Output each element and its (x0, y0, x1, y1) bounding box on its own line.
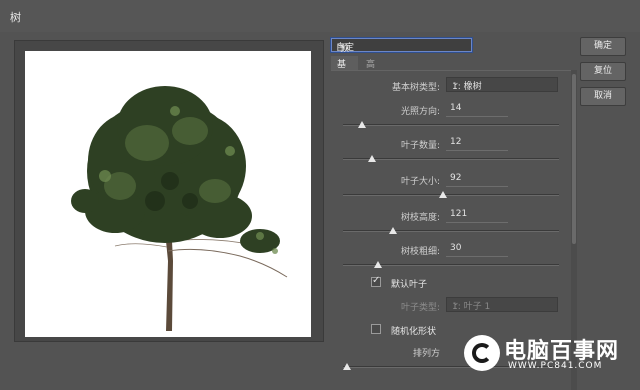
base-tree-type-label: 基本树类型: (391, 83, 440, 93)
default-leaves-checkbox[interactable]: ✓ (371, 275, 381, 287)
slider-thumb[interactable] (367, 155, 376, 162)
leaf-size-slider[interactable] (343, 191, 559, 199)
slider-track (343, 124, 559, 126)
branch-thickness-label: 树枝粗细: (400, 247, 440, 257)
light-direction-slider[interactable] (343, 121, 559, 129)
base-tree-type-select[interactable]: 1: 橡树 ⌄ (446, 77, 558, 92)
arrangement-label: 排列方 (412, 349, 440, 359)
tab-basic[interactable]: 基本 (331, 56, 358, 83)
slider-thumb[interactable] (388, 227, 397, 234)
tab-advanced[interactable]: 高级 (360, 56, 388, 83)
leaf-count-row: 叶子数量: 12 (331, 135, 571, 153)
slider-track (343, 194, 559, 196)
chevron-down-icon: ⌄ (452, 78, 460, 88)
preset-select[interactable]: 预设: 自定 ⌄ (331, 38, 472, 67)
leaf-count-slider[interactable] (343, 155, 559, 163)
tree-illustration (71, 86, 288, 331)
leaf-type-label: 叶子类型: (400, 303, 440, 313)
preview-frame (14, 40, 324, 342)
watermark-logo-icon (464, 335, 500, 371)
cancel-button[interactable]: 取消 (580, 87, 626, 106)
branch-height-label: 树枝高度: (400, 213, 440, 223)
slider-thumb[interactable] (343, 363, 351, 370)
reset-button[interactable]: 复位 (580, 62, 626, 81)
leaf-type-row: 叶子类型: 1: 叶子 1 ⌄ (331, 297, 571, 315)
slider-thumb[interactable] (374, 261, 383, 268)
light-direction-input[interactable]: 14 (446, 101, 508, 117)
branch-height-row: 树枝高度: 121 (331, 207, 571, 225)
randomize-shapes-checkbox[interactable] (371, 324, 381, 334)
branch-thickness-input[interactable]: 30 (446, 241, 508, 257)
leaf-type-select: 1: 叶子 1 ⌄ (446, 297, 558, 312)
leaf-count-input[interactable]: 12 (446, 135, 508, 151)
slider-track (343, 230, 559, 232)
branch-thickness-row: 树枝粗细: 30 (331, 241, 571, 259)
window-title: 树 (10, 11, 21, 24)
randomize-shapes-label: 随机化形状 (391, 327, 437, 337)
slider-thumb[interactable] (438, 191, 447, 198)
branch-height-input[interactable]: 121 (446, 207, 508, 223)
leaf-size-input[interactable]: 92 (446, 171, 508, 187)
title-bar: 树 (0, 0, 640, 32)
light-direction-label: 光照方向: (400, 107, 440, 117)
branch-height-slider[interactable] (343, 227, 559, 235)
watermark: 电脑百事网 WWW.PC841.COM (464, 333, 634, 387)
leaf-size-row: 叶子大小: 92 (331, 171, 571, 189)
tree-preview (25, 51, 311, 337)
ok-button[interactable]: 确定 (580, 37, 626, 56)
leaf-count-label: 叶子数量: (400, 141, 440, 151)
chevron-down-icon: ⌄ (336, 39, 344, 49)
scrollbar-thumb[interactable] (572, 74, 576, 244)
watermark-url: WWW.PC841.COM (508, 361, 603, 371)
light-direction-row: 光照方向: 14 (331, 101, 571, 119)
leaf-size-label: 叶子大小: (400, 177, 440, 187)
default-leaves-label: 默认叶子 (391, 280, 428, 290)
branch-thickness-slider[interactable] (343, 261, 559, 269)
chevron-down-icon: ⌄ (452, 298, 460, 308)
slider-thumb[interactable] (357, 121, 366, 128)
base-tree-type-row: 基本树类型: 1: 橡树 ⌄ (331, 77, 571, 95)
checkmark-icon: ✓ (372, 275, 381, 286)
